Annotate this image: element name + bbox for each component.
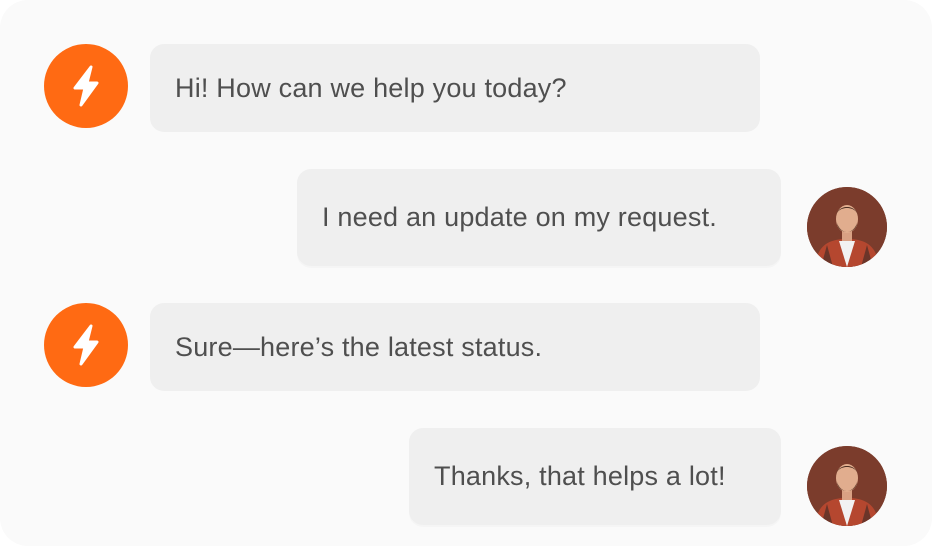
chat-panel: Hi! How can we help you today? I need an…	[0, 0, 932, 546]
lightning-bolt-icon	[73, 324, 99, 366]
message-text: Sure—here’s the latest status.	[175, 331, 543, 362]
message-bubble: Sure—here’s the latest status.	[150, 303, 760, 391]
user-photo	[807, 187, 887, 267]
user-avatar	[807, 446, 887, 526]
lightning-bolt-icon	[73, 65, 99, 107]
message-text: I need an update on my request.	[322, 202, 717, 232]
message-bubble: I need an update on my request.	[297, 169, 781, 266]
bot-avatar	[44, 44, 128, 128]
user-avatar	[807, 187, 887, 267]
message-bubble: Hi! How can we help you today?	[150, 44, 760, 132]
message-text: Thanks, that helps a lot!	[434, 461, 726, 491]
bot-avatar	[44, 303, 128, 387]
user-photo	[807, 446, 887, 526]
message-text: Hi! How can we help you today?	[175, 72, 567, 103]
message-bubble: Thanks, that helps a lot!	[409, 428, 781, 525]
